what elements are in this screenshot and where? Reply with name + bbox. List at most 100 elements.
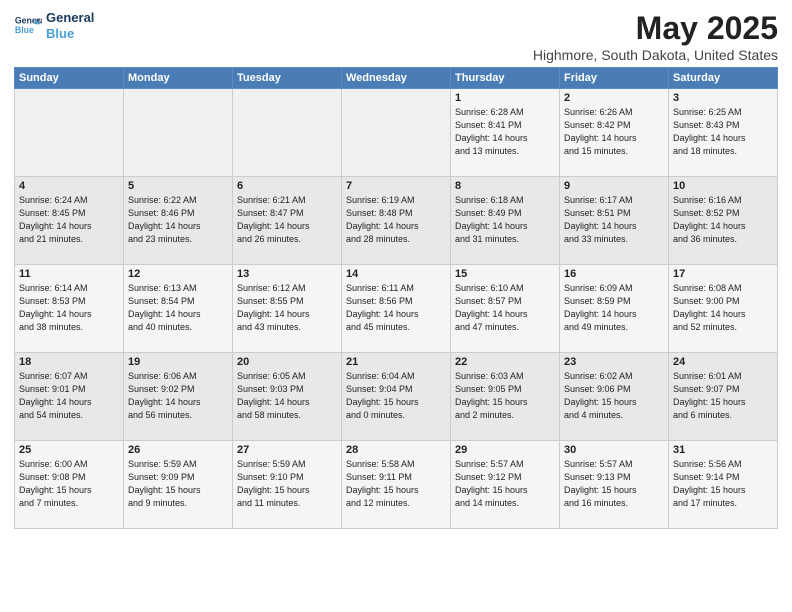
calendar-cell (233, 89, 342, 177)
day-number: 17 (673, 268, 773, 280)
day-number: 10 (673, 180, 773, 192)
calendar-cell: 21Sunrise: 6:04 AM Sunset: 9:04 PM Dayli… (342, 353, 451, 441)
day-number: 9 (564, 180, 664, 192)
svg-text:Blue: Blue (15, 25, 34, 35)
calendar-cell: 29 Sunrise: 5:57 AM Sunset: 9:12 PM Dayli… (451, 441, 560, 529)
day-number: 28 (346, 444, 446, 456)
logo: General Blue General Blue (14, 10, 94, 41)
calendar-cell: 17Sunrise: 6:08 AM Sunset: 9:00 PM Dayli… (669, 265, 778, 353)
weekday-header: Wednesday (342, 68, 451, 89)
logo-icon: General Blue (14, 12, 42, 40)
weekday-header: Saturday (669, 68, 778, 89)
day-info: Sunrise: 6:24 AM Sunset: 8:45 PM Dayligh… (19, 194, 119, 246)
calendar-week-row: 25 Sunrise: 6:00 AM Sunset: 9:08 PM Dayli… (15, 441, 778, 529)
calendar-week-row: 1Sunrise: 6:28 AM Sunset: 8:41 PM Daylig… (15, 89, 778, 177)
weekday-header: Friday (560, 68, 669, 89)
calendar-cell (342, 89, 451, 177)
calendar-cell (124, 89, 233, 177)
calendar-cell: 12 Sunrise: 6:13 AM Sunset: 8:54 PM Dayli… (124, 265, 233, 353)
calendar-cell: 5 Sunrise: 6:22 AM Sunset: 8:46 PM Daylig… (124, 177, 233, 265)
calendar-cell: 14Sunrise: 6:11 AM Sunset: 8:56 PM Dayli… (342, 265, 451, 353)
day-info: Sunrise: 6:05 AM Sunset: 9:03 PM Dayligh… (237, 370, 337, 422)
day-number: 23 (564, 356, 664, 368)
day-number: 4 (19, 180, 119, 192)
calendar-cell: 24 Sunrise: 6:01 AM Sunset: 9:07 PM Dayli… (669, 353, 778, 441)
day-number: 3 (673, 92, 773, 104)
calendar-cell: 31Sunrise: 5:56 AM Sunset: 9:14 PM Dayli… (669, 441, 778, 529)
day-number: 7 (346, 180, 446, 192)
calendar-cell: 19 Sunrise: 6:06 AM Sunset: 9:02 PM Dayli… (124, 353, 233, 441)
day-info: Sunrise: 6:22 AM Sunset: 8:46 PM Dayligh… (128, 194, 228, 246)
logo-line1: General (46, 10, 94, 26)
calendar-cell: 2 Sunrise: 6:26 AM Sunset: 8:42 PM Daylig… (560, 89, 669, 177)
day-number: 6 (237, 180, 337, 192)
calendar-cell: 20 Sunrise: 6:05 AM Sunset: 9:03 PM Dayli… (233, 353, 342, 441)
day-number: 24 (673, 356, 773, 368)
day-info: Sunrise: 6:09 AM Sunset: 8:59 PM Dayligh… (564, 282, 664, 334)
calendar-cell: 26Sunrise: 5:59 AM Sunset: 9:09 PM Dayli… (124, 441, 233, 529)
day-info: Sunrise: 5:59 AM Sunset: 9:10 PM Dayligh… (237, 458, 337, 510)
day-number: 29 (455, 444, 555, 456)
day-info: Sunrise: 5:59 AM Sunset: 9:09 PM Dayligh… (128, 458, 228, 510)
calendar-cell: 25 Sunrise: 6:00 AM Sunset: 9:08 PM Dayli… (15, 441, 124, 529)
day-number: 30 (564, 444, 664, 456)
calendar: SundayMondayTuesdayWednesdayThursdayFrid… (14, 67, 778, 529)
day-info: Sunrise: 6:06 AM Sunset: 9:02 PM Dayligh… (128, 370, 228, 422)
calendar-cell: 15 Sunrise: 6:10 AM Sunset: 8:57 PM Dayli… (451, 265, 560, 353)
calendar-cell: 23 Sunrise: 6:02 AM Sunset: 9:06 PM Dayli… (560, 353, 669, 441)
calendar-cell (15, 89, 124, 177)
day-number: 11 (19, 268, 119, 280)
day-info: Sunrise: 5:58 AM Sunset: 9:11 PM Dayligh… (346, 458, 446, 510)
day-info: Sunrise: 6:02 AM Sunset: 9:06 PM Dayligh… (564, 370, 664, 422)
logo-line2: Blue (46, 26, 94, 42)
calendar-cell: 1Sunrise: 6:28 AM Sunset: 8:41 PM Daylig… (451, 89, 560, 177)
header: General Blue General Blue May 2025 Highm… (14, 10, 778, 63)
weekday-header: Monday (124, 68, 233, 89)
day-info: Sunrise: 6:10 AM Sunset: 8:57 PM Dayligh… (455, 282, 555, 334)
day-number: 25 (19, 444, 119, 456)
day-number: 16 (564, 268, 664, 280)
day-number: 8 (455, 180, 555, 192)
calendar-cell: 9 Sunrise: 6:17 AM Sunset: 8:51 PM Daylig… (560, 177, 669, 265)
day-info: Sunrise: 6:12 AM Sunset: 8:55 PM Dayligh… (237, 282, 337, 334)
day-number: 2 (564, 92, 664, 104)
day-number: 22 (455, 356, 555, 368)
calendar-cell: 30 Sunrise: 5:57 AM Sunset: 9:13 PM Dayli… (560, 441, 669, 529)
calendar-cell: 27Sunrise: 5:59 AM Sunset: 9:10 PM Dayli… (233, 441, 342, 529)
day-info: Sunrise: 6:16 AM Sunset: 8:52 PM Dayligh… (673, 194, 773, 246)
calendar-cell: 18Sunrise: 6:07 AM Sunset: 9:01 PM Dayli… (15, 353, 124, 441)
day-number: 5 (128, 180, 228, 192)
calendar-cell: 13Sunrise: 6:12 AM Sunset: 8:55 PM Dayli… (233, 265, 342, 353)
day-info: Sunrise: 6:00 AM Sunset: 9:08 PM Dayligh… (19, 458, 119, 510)
day-info: Sunrise: 6:14 AM Sunset: 8:53 PM Dayligh… (19, 282, 119, 334)
weekday-header-row: SundayMondayTuesdayWednesdayThursdayFrid… (15, 68, 778, 89)
day-number: 20 (237, 356, 337, 368)
calendar-cell: 22 Sunrise: 6:03 AM Sunset: 9:05 PM Dayli… (451, 353, 560, 441)
day-info: Sunrise: 6:13 AM Sunset: 8:54 PM Dayligh… (128, 282, 228, 334)
calendar-week-row: 4 Sunrise: 6:24 AM Sunset: 8:45 PM Daylig… (15, 177, 778, 265)
title-block: May 2025 Highmore, South Dakota, United … (533, 10, 778, 63)
day-info: Sunrise: 6:03 AM Sunset: 9:05 PM Dayligh… (455, 370, 555, 422)
calendar-cell: 6 Sunrise: 6:21 AM Sunset: 8:47 PM Daylig… (233, 177, 342, 265)
subtitle: Highmore, South Dakota, United States (533, 47, 778, 63)
day-info: Sunrise: 5:57 AM Sunset: 9:13 PM Dayligh… (564, 458, 664, 510)
day-number: 15 (455, 268, 555, 280)
day-number: 12 (128, 268, 228, 280)
day-info: Sunrise: 6:21 AM Sunset: 8:47 PM Dayligh… (237, 194, 337, 246)
calendar-cell: 3 Sunrise: 6:25 AM Sunset: 8:43 PM Daylig… (669, 89, 778, 177)
calendar-week-row: 18Sunrise: 6:07 AM Sunset: 9:01 PM Dayli… (15, 353, 778, 441)
day-number: 14 (346, 268, 446, 280)
day-info: Sunrise: 6:18 AM Sunset: 8:49 PM Dayligh… (455, 194, 555, 246)
main-title: May 2025 (533, 10, 778, 47)
day-info: Sunrise: 6:17 AM Sunset: 8:51 PM Dayligh… (564, 194, 664, 246)
day-info: Sunrise: 6:01 AM Sunset: 9:07 PM Dayligh… (673, 370, 773, 422)
day-number: 21 (346, 356, 446, 368)
calendar-cell: 11 Sunrise: 6:14 AM Sunset: 8:53 PM Dayli… (15, 265, 124, 353)
day-info: Sunrise: 5:57 AM Sunset: 9:12 PM Dayligh… (455, 458, 555, 510)
calendar-cell: 8 Sunrise: 6:18 AM Sunset: 8:49 PM Daylig… (451, 177, 560, 265)
day-number: 18 (19, 356, 119, 368)
day-info: Sunrise: 6:25 AM Sunset: 8:43 PM Dayligh… (673, 106, 773, 158)
day-info: Sunrise: 6:26 AM Sunset: 8:42 PM Dayligh… (564, 106, 664, 158)
day-number: 19 (128, 356, 228, 368)
page: General Blue General Blue May 2025 Highm… (0, 0, 792, 612)
